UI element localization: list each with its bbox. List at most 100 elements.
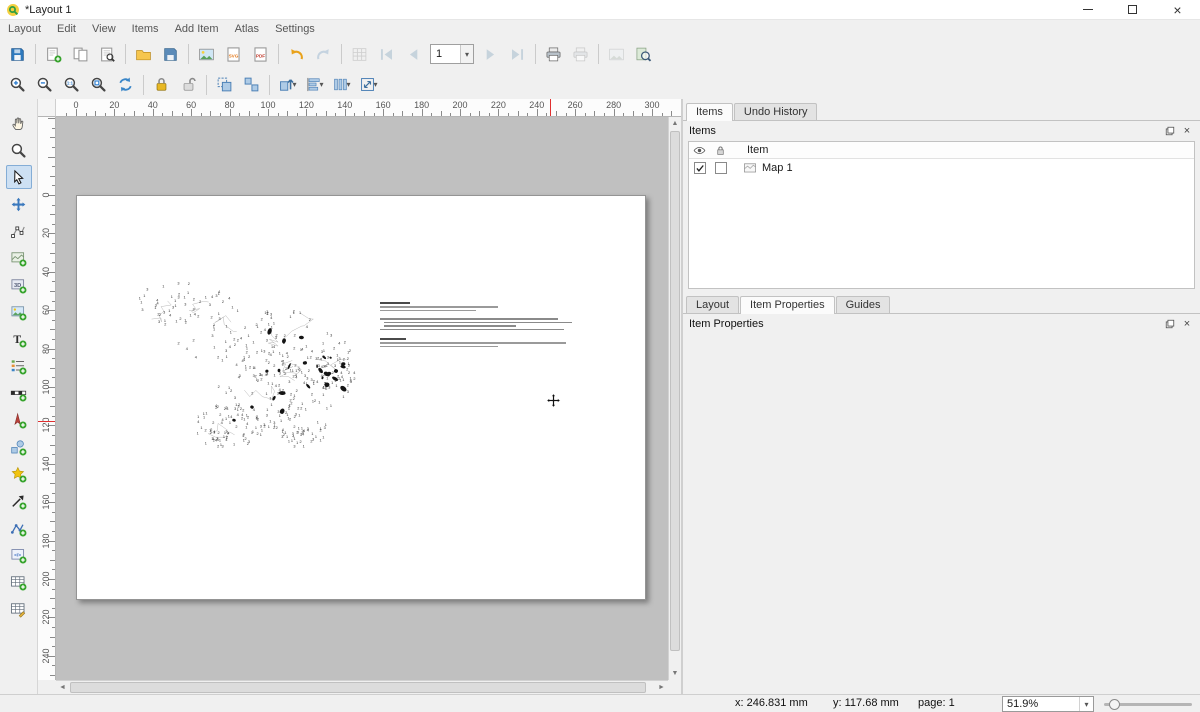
svg-text:1: 1 [279,351,281,355]
add-html-tool[interactable]: </> [6,543,32,567]
items-panel-close-button[interactable]: × [1180,124,1194,138]
export-svg-button[interactable]: SVG [220,41,247,68]
menu-settings[interactable]: Settings [267,23,323,35]
svg-text:1: 1 [237,309,239,313]
redo-button[interactable] [310,41,337,68]
scroll-down-arrow[interactable]: ▼ [669,667,681,680]
zoom-out-button[interactable] [31,71,58,98]
item-properties-close-button[interactable]: × [1180,317,1194,331]
maximize-button[interactable] [1110,0,1155,19]
ungroup-items-button[interactable] [238,71,265,98]
add-north-arrow-tool[interactable] [6,408,32,432]
save-project-button[interactable] [4,41,31,68]
refresh-button[interactable] [112,71,139,98]
add-arrow-tool[interactable] [6,489,32,513]
add-scalebar-tool[interactable] [6,381,32,405]
add-label-tool[interactable]: T [6,327,32,351]
page-number-dropdown[interactable]: ▾ [460,45,473,63]
tab-undo-history[interactable]: Undo History [734,103,818,120]
zoom-full-button[interactable] [85,71,112,98]
svg-text:1: 1 [340,379,342,383]
vertical-scrollbar[interactable]: ▲ ▼ [668,117,681,680]
zoom-level-combobox[interactable]: 51.9% ▾ [1002,696,1094,712]
zoom-in-button[interactable] [4,71,31,98]
add-node-item-tool[interactable] [6,516,32,540]
zoom-tool[interactable] [6,138,32,162]
menu-add-item[interactable]: Add Item [167,23,227,35]
zoom-actual-button[interactable]: 1:1 [58,71,85,98]
zoom-slider-handle[interactable] [1109,699,1120,710]
tab-item-properties[interactable]: Item Properties [740,296,835,314]
menu-layout[interactable]: Layout [0,23,49,35]
menu-atlas[interactable]: Atlas [227,23,267,35]
add-legend-tool[interactable] [6,354,32,378]
raise-items-button[interactable]: ▾ [274,71,301,98]
zoom-dropdown-arrow-icon[interactable]: ▾ [1079,697,1093,711]
align-items-button[interactable]: ▾ [301,71,328,98]
duplicate-layout-button[interactable] [67,41,94,68]
tab-guides[interactable]: Guides [836,296,891,313]
tab-layout[interactable]: Layout [686,296,739,313]
layout-canvas[interactable]: 2231312212221111323424223222243221332241… [56,117,668,680]
add-3d-map-tool[interactable]: 3D [6,273,32,297]
menu-view[interactable]: View [84,23,124,35]
scroll-right-arrow[interactable]: ► [655,681,668,694]
atlas-settings-button[interactable] [346,41,373,68]
item-properties-float-button[interactable] [1163,317,1177,331]
page-number-spinbox[interactable]: 1▾ [430,44,474,64]
lock-items-button[interactable] [148,71,175,98]
add-picture-tool[interactable] [6,300,32,324]
group-items-button[interactable] [211,71,238,98]
preview-atlas-button[interactable] [630,41,657,68]
print-button[interactable] [540,41,567,68]
vertical-scroll-thumb[interactable] [670,131,680,651]
save-as-template-button[interactable] [157,41,184,68]
tab-items[interactable]: Items [686,103,733,121]
export-atlas-button[interactable] [603,41,630,68]
export-image-button[interactable] [193,41,220,68]
scroll-left-arrow[interactable]: ◄ [56,681,69,694]
items-row[interactable]: Map 1 [689,159,1194,176]
horizontal-scrollbar[interactable]: ◄ ► [56,680,668,694]
item-lock-checkbox[interactable] [715,162,727,174]
menu-items[interactable]: Items [124,23,167,35]
layout-manager-button[interactable] [94,41,121,68]
pan-tool[interactable] [6,111,32,135]
next-feature-button[interactable] [477,41,504,68]
horizontal-scroll-thumb[interactable] [70,682,646,693]
scroll-up-arrow[interactable]: ▲ [669,117,681,130]
minimize-button[interactable] [1065,0,1110,19]
text-item[interactable] [380,302,572,349]
items-panel-float-button[interactable] [1163,124,1177,138]
export-pdf-button[interactable]: PDF [247,41,274,68]
new-layout-button[interactable] [40,41,67,68]
ruler-label: 140 [38,456,54,472]
add-attribute-table-tool[interactable] [6,570,32,594]
map-item[interactable]: 2231312212221111323424223222243221332241… [132,254,367,459]
item-visibility-checkbox[interactable] [694,162,706,174]
add-shape-tool[interactable] [6,435,32,459]
add-from-template-button[interactable] [130,41,157,68]
undo-button[interactable] [283,41,310,68]
add-marker-tool[interactable] [6,462,32,486]
add-map-tool[interactable] [6,246,32,270]
select-move-item-tool[interactable] [6,165,32,189]
distribute-items-button[interactable]: ▾ [328,71,355,98]
svg-text:1: 1 [282,430,284,434]
move-content-tool[interactable] [6,192,32,216]
zoom-slider[interactable] [1104,703,1192,706]
menu-edit[interactable]: Edit [49,23,84,35]
resize-items-button[interactable]: ▾ [355,71,382,98]
ruler-tick [614,109,615,116]
edit-nodes-tool[interactable] [6,219,32,243]
svg-text:2: 2 [222,300,224,304]
print-atlas-button[interactable] [567,41,594,68]
last-feature-button[interactable] [504,41,531,68]
first-feature-button[interactable] [373,41,400,68]
close-button[interactable]: × [1155,0,1200,19]
unlock-items-button[interactable] [175,71,202,98]
add-fixed-table-tool[interactable] [6,597,32,621]
previous-feature-button[interactable] [400,41,427,68]
svg-text:2: 2 [230,389,232,393]
svg-text:1: 1 [301,371,303,375]
